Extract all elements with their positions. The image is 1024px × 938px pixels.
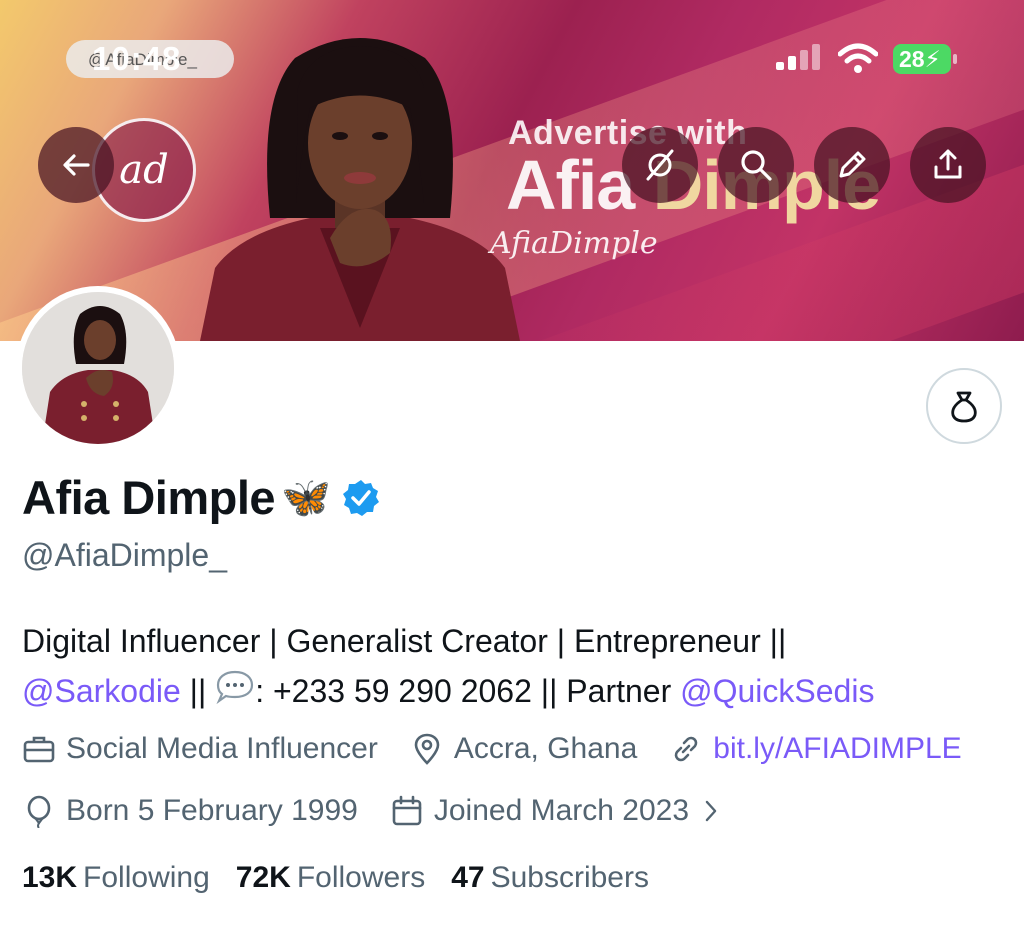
subscribers-label: Subscribers: [490, 861, 649, 894]
followers-stat[interactable]: 72K Followers: [236, 861, 425, 895]
website-item[interactable]: bit.ly/AFIADIMPLE: [669, 732, 962, 766]
butterfly-emoji: 🦋: [281, 475, 331, 520]
status-time: 10:48: [92, 40, 182, 77]
profile-stats: 13K Following 72K Followers 47 Subscribers: [22, 861, 675, 895]
followers-label: Followers: [296, 861, 426, 894]
following-label: Following: [83, 861, 210, 894]
following-stat[interactable]: 13K Following: [22, 861, 210, 895]
speech-bubble-emoji-icon: [215, 669, 255, 719]
bio-line-1: Digital Influencer | Generalist Creator …: [22, 623, 787, 659]
following-count: 13K: [22, 861, 78, 894]
profile-birthday: Born 5 February 1999: [66, 794, 358, 827]
location-pin-icon: [414, 733, 440, 765]
profile-meta-row-2: Born 5 February 1999 Joined March 2023: [22, 794, 767, 828]
profile-category: Social Media Influencer: [66, 732, 378, 765]
profile-location: Accra, Ghana: [453, 732, 638, 765]
joined-item[interactable]: Joined March 2023: [390, 794, 735, 828]
share-button[interactable]: [910, 127, 986, 203]
profile-handle: @AfiaDimple_: [22, 537, 227, 573]
avatar[interactable]: [16, 286, 180, 450]
arrow-left-icon: [63, 154, 90, 176]
pencil-icon: [839, 151, 866, 178]
banner-portrait: [200, 38, 520, 341]
cellular-signal-icon: [776, 44, 820, 70]
calendar-icon: [392, 795, 422, 826]
category-item: Social Media Influencer: [22, 732, 378, 766]
link-icon: [675, 736, 698, 762]
subscribers-count: 47: [451, 861, 485, 894]
mention-quicksedis-link[interactable]: @QuickSedis: [680, 673, 874, 709]
battery-tip: [953, 54, 957, 64]
back-button[interactable]: [38, 127, 114, 203]
location-item: Accra, Ghana: [410, 732, 637, 766]
avatar-image: [22, 292, 174, 444]
briefcase-icon: [23, 736, 55, 763]
search-icon: [741, 150, 772, 181]
battery-level: 28: [899, 46, 925, 72]
verified-badge-icon[interactable]: [341, 478, 381, 518]
grok-button[interactable]: [622, 127, 698, 203]
bio-line-2: @Sarkodie || : +233 59 290 2062 || Partn…: [22, 666, 1012, 719]
tips-button[interactable]: [926, 368, 1002, 444]
money-bag-icon: [951, 391, 977, 423]
share-icon: [934, 149, 962, 179]
followers-count: 72K: [235, 861, 291, 894]
subscribers-stat[interactable]: 47 Subscribers: [451, 861, 649, 895]
balloon-icon: [27, 795, 51, 828]
battery-indicator: 28⚡: [893, 44, 951, 74]
profile-joined: Joined March 2023: [433, 794, 690, 827]
chevron-right-icon: [705, 800, 717, 822]
grok-icon: [646, 149, 674, 181]
profile-name: Afia Dimple: [22, 471, 276, 524]
banner-signature: AfiaDimple: [490, 226, 658, 261]
banner-headline-word-1: Afia: [506, 146, 635, 224]
birthday-item: Born 5 February 1999: [22, 794, 358, 828]
avatar-portrait: [22, 292, 174, 444]
edit-button[interactable]: [814, 127, 890, 203]
search-button[interactable]: [718, 127, 794, 203]
bio-phone: : +233 59 290 2062 || Partner: [255, 673, 681, 709]
profile-name-row: Afia Dimple 🦋: [22, 470, 381, 525]
profile-bio: Digital Influencer | Generalist Creator …: [22, 616, 1012, 719]
wifi-icon: [838, 43, 878, 73]
profile-meta-row-1: Social Media Influencer Accra, Ghana bit…: [22, 732, 994, 766]
profile-website-link[interactable]: bit.ly/AFIADIMPLE: [713, 732, 961, 766]
bio-separator: ||: [180, 673, 216, 709]
status-time-pill: @AfiaDimple_ 10:48: [66, 40, 234, 78]
mention-sarkodie-link[interactable]: @Sarkodie: [22, 673, 181, 709]
